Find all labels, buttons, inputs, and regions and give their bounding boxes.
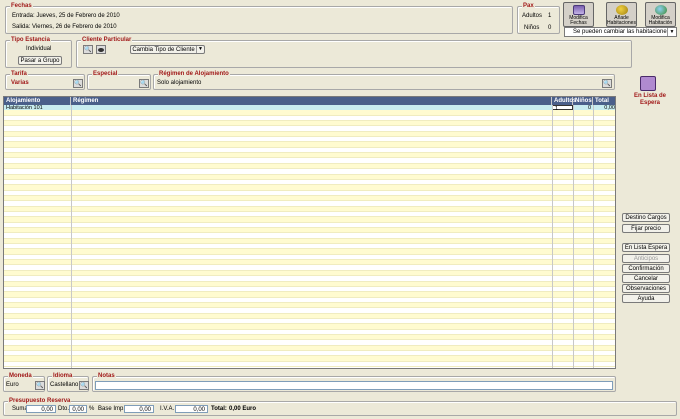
suma-field[interactable]: 0,00: [26, 405, 56, 413]
search-especial-button[interactable]: 🔍: [139, 79, 149, 88]
eye-icon: [98, 47, 104, 52]
grid-divider: [573, 105, 574, 368]
list-wait-icon: [640, 76, 656, 91]
base-field[interactable]: 0,00: [124, 405, 154, 413]
anticipos-button[interactable]: Anticipos: [622, 254, 670, 263]
cliente-detail-button[interactable]: [96, 45, 106, 54]
anade-habitaciones-label: Añade Habitaciones: [607, 15, 636, 26]
cambia-tipo-cliente-label: Cambia Tipo de Cliente: [132, 46, 195, 53]
tarifa-value: Varias: [11, 80, 29, 86]
col-total[interactable]: Total: [593, 97, 615, 105]
key-edit-icon: [654, 5, 667, 15]
base-label: Base Imp.: [98, 406, 126, 412]
grid-divider: [552, 105, 553, 368]
presupuesto-group: Presupuesto Reserva Suma 0,00 Dto. 0,00 …: [3, 398, 677, 416]
search-cliente-button[interactable]: 🔍: [83, 45, 93, 54]
en-lista-espera-button[interactable]: En Lista Espera: [622, 243, 670, 252]
search-icon: 🔍: [74, 80, 82, 87]
habitaciones-grid[interactable]: Habitación 101 1 0 0,00 Alojamiento Régimen…: [3, 96, 616, 369]
regimen-value: Solo alojamiento: [157, 80, 202, 86]
tipo-estancia-value: Individual: [26, 46, 52, 52]
salida-text: Salida: Viernes, 26 de Febrero de 2010: [12, 24, 117, 30]
key-add-icon: [615, 5, 628, 15]
cliente-group: Cliente Particular 🔍 Cambia Tipo de Clie…: [76, 37, 632, 68]
modifica-fechas-button[interactable]: Modifica Fechas: [563, 2, 594, 27]
chevron-down-icon: ▼: [667, 28, 676, 36]
calendar-icon: [572, 5, 585, 15]
especial-group: Especial 🔍: [87, 71, 151, 90]
col-adultos[interactable]: Adultos: [552, 97, 576, 105]
iva-label: I.V.A.: [160, 406, 175, 412]
idioma-group: Idioma Castellano 🔍: [47, 373, 89, 392]
col-alojamiento[interactable]: Alojamiento: [4, 97, 71, 105]
ayuda-button[interactable]: Ayuda: [622, 294, 670, 303]
entrada-text: Entrada: Jueves, 25 de Febrero de 2010: [12, 13, 120, 19]
idioma-label: Idioma: [52, 373, 74, 380]
adultos-value: 1: [548, 13, 552, 19]
search-icon: 🔍: [80, 382, 88, 389]
destino-cargos-button[interactable]: Destino Cargos: [622, 213, 670, 222]
fechas-label: Fechas: [10, 3, 33, 10]
tipo-estancia-label: Tipo Estancia: [10, 37, 51, 44]
cancelar-button[interactable]: Cancelar: [622, 274, 670, 283]
idioma-value: Castellano: [50, 382, 79, 388]
moneda-value: Euro: [6, 382, 19, 388]
pasar-grupo-button[interactable]: Pasar a Grupo: [18, 56, 62, 65]
pax-group: Pax Adultos 1 Niños 0: [517, 3, 560, 34]
total-label: Total:: [211, 406, 227, 412]
lista-espera-panel[interactable]: En Lista de Espera: [630, 76, 670, 110]
pax-label: Pax: [522, 3, 535, 10]
regimen-group: Régimen de Alojamiento Solo alojamiento …: [153, 71, 615, 90]
presupuesto-label: Presupuesto Reserva: [8, 398, 72, 405]
notas-group: Notas: [92, 373, 616, 392]
pct-label: %: [89, 406, 95, 412]
cliente-label: Cliente Particular: [81, 37, 133, 44]
notas-input[interactable]: [95, 381, 613, 390]
fijar-precio-button[interactable]: Fijar precio: [622, 224, 670, 233]
search-idioma-button[interactable]: 🔍: [79, 381, 89, 390]
confirmacion-button[interactable]: Confirmación: [622, 264, 670, 273]
anade-habitaciones-button[interactable]: Añade Habitaciones: [606, 2, 637, 27]
search-icon: 🔍: [84, 46, 92, 53]
search-tarifa-button[interactable]: 🔍: [73, 79, 83, 88]
cambio-habitaciones-value: Se pueden cambiar las habitaciones: [573, 29, 670, 35]
regimen-label: Régimen de Alojamiento: [158, 71, 230, 78]
modifica-habitacion-button[interactable]: Modifica Habitación: [645, 2, 676, 27]
iva-field[interactable]: 0,00: [175, 405, 208, 413]
fechas-group: Fechas Entrada: Jueves, 25 de Febrero de…: [5, 3, 513, 34]
col-regimen[interactable]: Régimen: [71, 97, 552, 105]
chevron-down-icon: ▼: [196, 46, 204, 53]
modifica-fechas-label: Modifica Fechas: [569, 15, 588, 26]
col-ninos[interactable]: Niños: [573, 97, 593, 105]
moneda-label: Moneda: [8, 373, 33, 380]
total-value: 0,00 Euro: [229, 406, 257, 412]
adultos-label: Adultos: [522, 13, 543, 19]
tarifa-group: Tarifa Varias 🔍: [5, 71, 85, 90]
lista-espera-label: En Lista de Espera: [633, 93, 666, 106]
observaciones-button[interactable]: Observaciones: [622, 284, 670, 293]
especial-label: Especial: [92, 71, 119, 78]
search-regimen-button[interactable]: 🔍: [602, 79, 612, 88]
table-row[interactable]: [4, 361, 615, 368]
search-icon: 🔍: [36, 382, 44, 389]
grid-header: Alojamiento Régimen Adultos Niños Total: [4, 97, 615, 105]
dto-field[interactable]: 0,00: [69, 405, 87, 413]
moneda-group: Moneda Euro 🔍: [3, 373, 45, 392]
grid-divider: [71, 105, 72, 368]
grid-divider: [593, 105, 594, 368]
search-icon: 🔍: [140, 80, 148, 87]
ninos-label: Niños: [524, 25, 540, 31]
search-moneda-button[interactable]: 🔍: [35, 381, 45, 390]
search-icon: 🔍: [603, 80, 611, 87]
cambio-habitaciones-select[interactable]: Se pueden cambiar las habitaciones ▼: [564, 27, 677, 37]
modifica-habitacion-label: Modifica Habitación: [648, 15, 673, 26]
ninos-value: 0: [548, 25, 552, 31]
tarifa-label: Tarifa: [10, 71, 28, 78]
cambia-tipo-cliente-button[interactable]: Cambia Tipo de Cliente ▼: [130, 45, 205, 54]
notas-label: Notas: [97, 373, 116, 380]
dto-label: Dto.: [58, 406, 70, 412]
tipo-estancia-group: Tipo Estancia Individual Pasar a Grupo: [5, 37, 72, 68]
